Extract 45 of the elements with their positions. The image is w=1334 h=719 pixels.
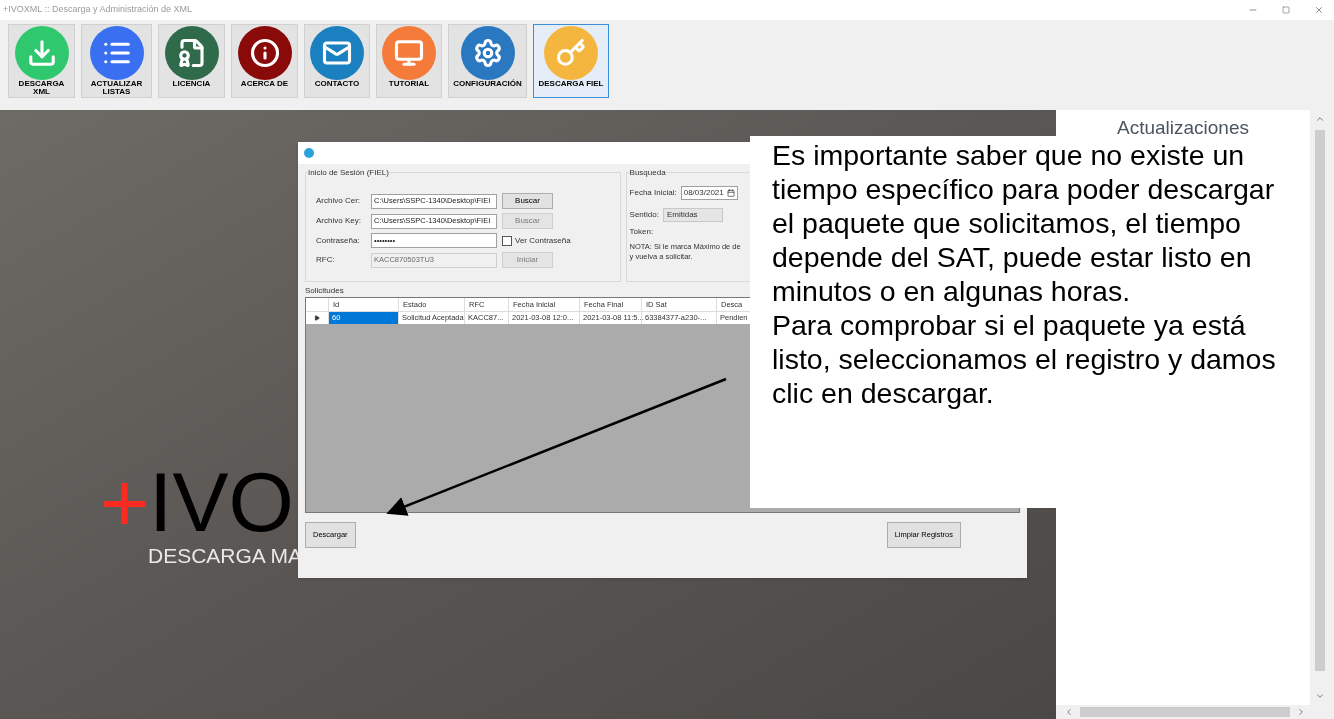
key-icon	[544, 26, 598, 80]
dropdown[interactable]: Emitidas	[662, 208, 723, 222]
scroll-left-icon[interactable]	[1064, 707, 1074, 717]
field-label: RFC:	[316, 254, 336, 266]
form-button[interactable]: Buscar	[502, 193, 553, 209]
panel-title: Actualizaciones	[1117, 116, 1249, 140]
group-title: Solicitudes	[305, 285, 344, 297]
maximize-icon[interactable]	[1282, 6, 1290, 14]
app-icon	[304, 148, 314, 158]
field-label: Token:	[629, 226, 654, 238]
toolbar-button[interactable]: CONTACTO	[304, 24, 370, 98]
group-title: Busqueda	[629, 167, 666, 179]
field-label: Fecha Inicial:	[629, 187, 677, 199]
toolbar-button[interactable]: CONFIGURACIÓN	[448, 24, 527, 98]
monitor-icon	[382, 26, 436, 80]
callout-text: Es importante saber que no existe un tiempo específico para poder descargar el paquete que solicitamos, el tiempo depende del SAT, puede estar listo en minutos o en algunas horas.	[772, 138, 1276, 308]
toolbar-button[interactable]: ACTUALIZAR LISTAS	[81, 24, 152, 98]
scroll-down-icon[interactable]	[1315, 691, 1325, 701]
scroll-up-icon[interactable]	[1315, 114, 1325, 124]
mail-icon	[310, 26, 364, 80]
certificate-icon	[164, 26, 219, 80]
calendar-icon[interactable]	[726, 189, 735, 197]
toolbar-button[interactable]: DESCARGA XML	[8, 24, 75, 98]
field-label: Archivo Key:	[316, 215, 362, 227]
group-title: Inicio de Sesión (FIEL)	[308, 167, 389, 179]
info-icon	[237, 26, 292, 80]
checkbox[interactable]	[502, 235, 512, 246]
checkbox-label[interactable]: Ver Contraseña	[515, 234, 571, 247]
toolbar-button[interactable]: TUTORIAL	[376, 24, 442, 98]
toolbar-button[interactable]: LICENCIA	[158, 24, 225, 98]
date-field[interactable]: 08/03/2021	[680, 186, 738, 200]
callout-text: Para comprobar si el paquete ya está listo, seleccionamos el registro y damos clic en descargar.	[772, 308, 1277, 410]
logo: +IVO	[100, 460, 295, 544]
row-pointer-icon	[314, 315, 320, 321]
toolbar-button[interactable]: DESCARGA FIEL	[533, 24, 609, 98]
field-label: Archivo Cer:	[316, 195, 361, 207]
field-label: Sentido:	[629, 209, 659, 221]
toolbar-button[interactable]: ACERCA DE	[231, 24, 298, 98]
scroll-right-icon[interactable]	[1296, 707, 1306, 717]
settings-icon	[460, 26, 515, 80]
field-label: Contraseña:	[316, 234, 361, 247]
window-title: +IVOXML :: Descarga y Administración de XML	[3, 3, 192, 17]
download-icon	[14, 26, 69, 80]
close-icon[interactable]	[1314, 5, 1324, 15]
list-icon	[89, 26, 144, 80]
